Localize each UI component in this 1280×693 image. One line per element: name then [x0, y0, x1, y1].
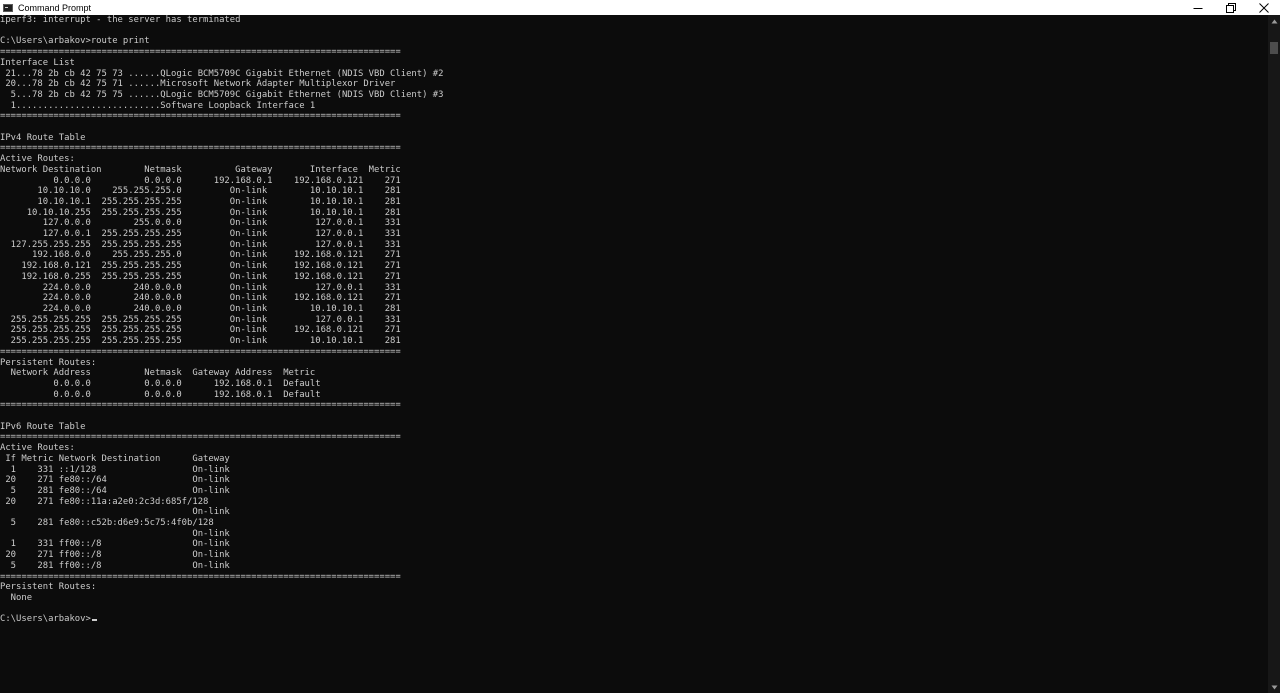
console-line: ========================================… — [0, 111, 401, 122]
command-prompt-icon[interactable] — [3, 3, 13, 12]
console-line: 20...78 2b cb 42 75 71 ......Microsoft N… — [0, 79, 396, 90]
console-line: 20 271 fe80::/64 On-link — [0, 475, 230, 486]
console-line: 127.255.255.255 255.255.255.255 On-link … — [0, 239, 401, 250]
console-line: 5 281 ff00::/8 On-link — [0, 560, 230, 571]
console-line: 0.0.0.0 0.0.0.0 192.168.0.1 Default — [0, 389, 321, 400]
console-line: ========================================… — [0, 400, 401, 411]
console-line: Active Routes: — [0, 443, 75, 454]
console-line: 1...........................Software Loo… — [0, 100, 316, 111]
maximize-button[interactable] — [1214, 0, 1247, 15]
close-button[interactable] — [1247, 0, 1280, 15]
console-line: 127.0.0.1 255.255.255.255 On-link 127.0.… — [0, 229, 401, 240]
console-line: 192.168.0.255 255.255.255.255 On-link 19… — [0, 271, 401, 282]
minimize-button[interactable] — [1181, 0, 1214, 15]
console-line: C:\Users\arbakov>route print — [0, 36, 150, 47]
scroll-down-button[interactable] — [1268, 681, 1280, 693]
console-line: Persistent Routes: — [0, 582, 97, 593]
console-line: IPv6 Route Table — [0, 421, 86, 432]
console-line: On-link — [0, 507, 230, 518]
console-line: 255.255.255.255 255.255.255.255 On-link … — [0, 325, 401, 336]
console-line: 5 281 fe80::c52b:d6e9:5c75:4f0b/128 — [0, 518, 214, 529]
vertical-scrollbar[interactable] — [1268, 15, 1280, 693]
title-bar[interactable]: Command Prompt — [0, 0, 1280, 15]
command-prompt-window: Command Prompt iperf3: interrupt - the s… — [0, 0, 1280, 693]
console-line: ========================================… — [0, 432, 401, 443]
console-line: IPv4 Route Table — [0, 132, 86, 143]
console-lines: iperf3: interrupt - the server has termi… — [0, 15, 444, 603]
console-line: 192.168.0.0 255.255.255.0 On-link 192.16… — [0, 250, 401, 261]
console-line: Interface List — [0, 57, 75, 68]
console-line: ========================================… — [0, 47, 401, 58]
console-line: 10.10.10.0 255.255.255.0 On-link 10.10.1… — [0, 186, 401, 197]
console-line: Network Address Netmask Gateway Address … — [0, 368, 316, 379]
console-line: ========================================… — [0, 346, 401, 357]
console-line: On-link — [0, 528, 230, 539]
console-output-area[interactable]: iperf3: interrupt - the server has termi… — [0, 15, 1268, 693]
window-title: Command Prompt — [18, 2, 92, 13]
console-line: 1 331 ::1/128 On-link — [0, 464, 230, 475]
scroll-up-arrow-icon — [1271, 19, 1277, 23]
console-line: Persistent Routes: — [0, 357, 97, 368]
console-line: ========================================… — [0, 143, 401, 154]
console-line: 20 271 ff00::/8 On-link — [0, 550, 230, 561]
close-icon — [1258, 2, 1269, 13]
console-line: 255.255.255.255 255.255.255.255 On-link … — [0, 314, 401, 325]
scroll-up-button[interactable] — [1268, 15, 1280, 27]
console-line: iperf3: interrupt - the server has termi… — [0, 15, 241, 25]
console-line: 255.255.255.255 255.255.255.255 On-link … — [0, 336, 401, 347]
console-line: 5...78 2b cb 42 75 75 ......QLogic BCM57… — [0, 89, 444, 100]
console-line: 0.0.0.0 0.0.0.0 192.168.0.1 192.168.0.12… — [0, 175, 401, 186]
console-line: 192.168.0.121 255.255.255.255 On-link 19… — [0, 261, 401, 272]
console-line: 224.0.0.0 240.0.0.0 On-link 127.0.0.1 33… — [0, 282, 401, 293]
scroll-down-arrow-icon — [1271, 685, 1277, 689]
console-line: 127.0.0.0 255.0.0.0 On-link 127.0.0.1 33… — [0, 218, 401, 229]
scroll-thumb[interactable] — [1270, 42, 1278, 54]
console-line: 224.0.0.0 240.0.0.0 On-link 10.10.10.1 2… — [0, 303, 401, 314]
console-line: If Metric Network Destination Gateway — [0, 453, 230, 464]
console-line: None — [0, 592, 33, 603]
console-line: Network Destination Netmask Gateway Inte… — [0, 164, 401, 175]
console-line: 0.0.0.0 0.0.0.0 192.168.0.1 Default — [0, 378, 321, 389]
minimize-icon — [1193, 7, 1202, 9]
command-prompt-line: C:\Users\arbakov> — [0, 614, 91, 625]
console-text: iperf3: interrupt - the server has termi… — [0, 15, 1268, 625]
console-line: 21...78 2b cb 42 75 73 ......QLogic BCM5… — [0, 68, 444, 79]
console-line: Active Routes: — [0, 154, 75, 165]
console-line: 1 331 ff00::/8 On-link — [0, 539, 230, 550]
maximize-icon — [1225, 2, 1236, 13]
window-controls — [1181, 0, 1280, 15]
console-line: 10.10.10.255 255.255.255.255 On-link 10.… — [0, 207, 401, 218]
text-cursor — [91, 619, 97, 622]
console-line: 10.10.10.1 255.255.255.255 On-link 10.10… — [0, 196, 401, 207]
console-line: ========================================… — [0, 571, 401, 582]
console-line: 224.0.0.0 240.0.0.0 On-link 192.168.0.12… — [0, 293, 401, 304]
console-line: 5 281 fe80::/64 On-link — [0, 485, 230, 496]
console-line: 20 271 fe80::11a:a2e0:2c3d:685f/128 — [0, 496, 209, 507]
